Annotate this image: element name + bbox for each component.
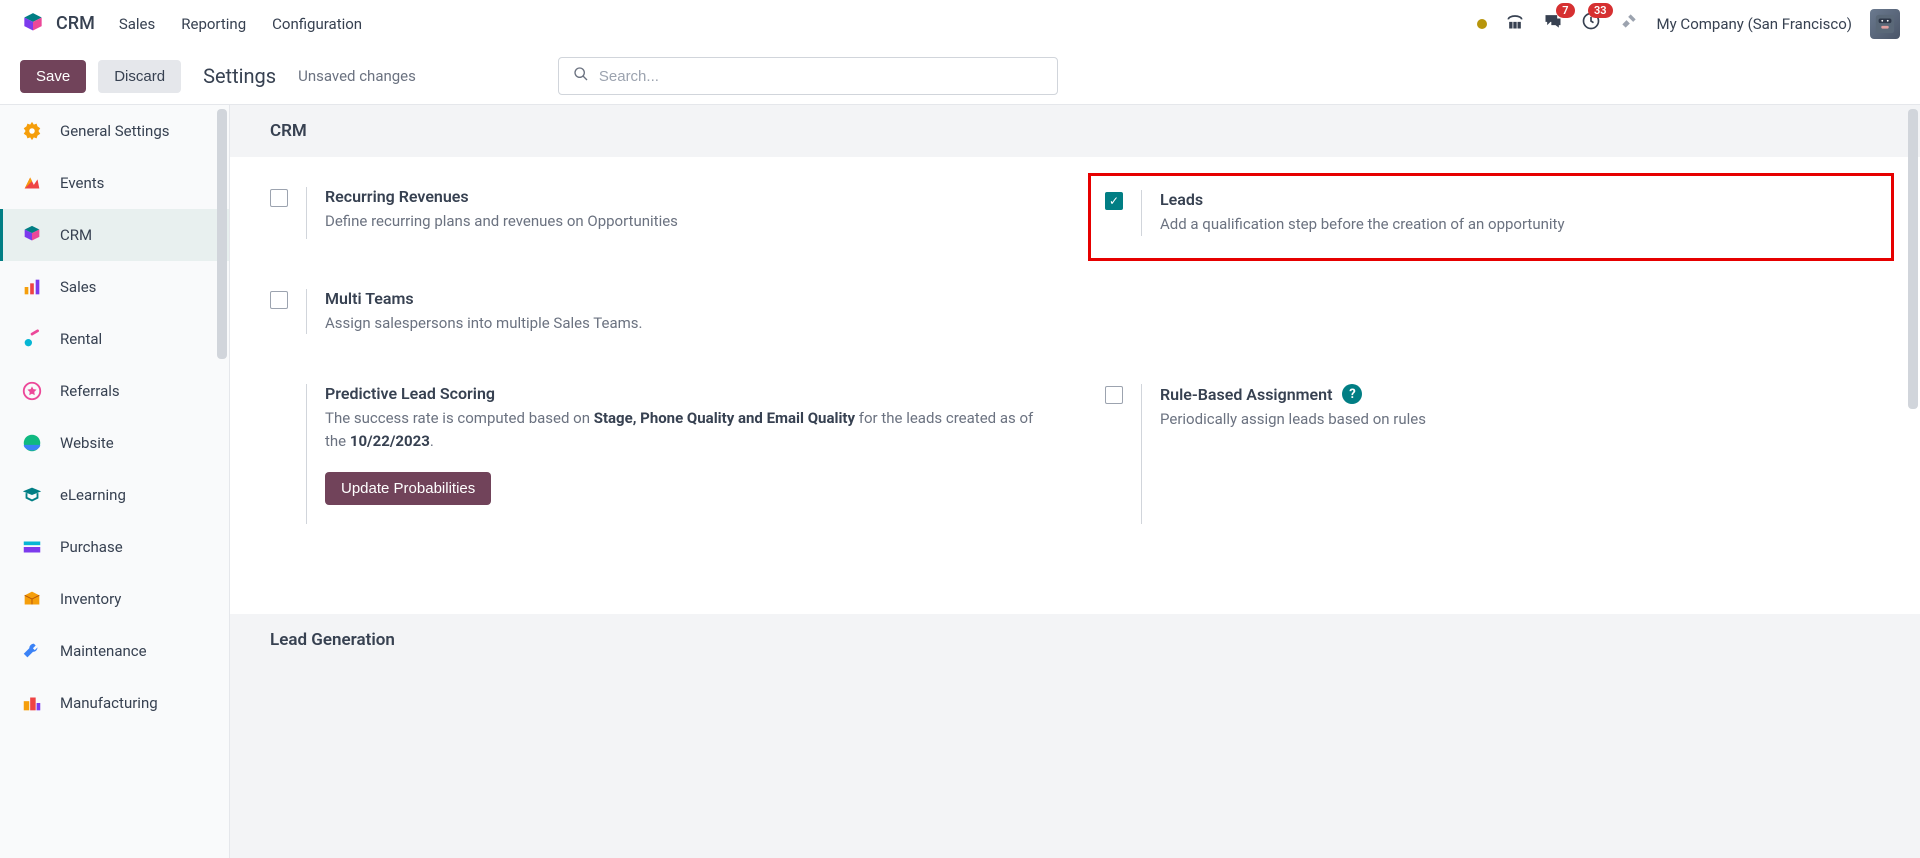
activities-badge: 33	[1588, 3, 1613, 18]
inventory-icon	[20, 587, 44, 611]
sidebar-item-label: Rental	[60, 330, 102, 348]
sidebar-item-label: Purchase	[60, 538, 123, 556]
setting-desc: The success rate is computed based on St…	[325, 407, 1045, 452]
sales-icon	[20, 275, 44, 299]
elearning-icon	[20, 483, 44, 507]
setting-title: Rule-Based Assignment ?	[1160, 384, 1880, 404]
sidebar-item-elearning[interactable]: eLearning	[0, 469, 229, 521]
nav-reporting[interactable]: Reporting	[181, 15, 246, 33]
sidebar-item-label: Maintenance	[60, 642, 147, 660]
sidebar-item-purchase[interactable]: Purchase	[0, 521, 229, 573]
sidebar-item-website[interactable]: Website	[0, 417, 229, 469]
scrollbar-thumb[interactable]	[217, 109, 227, 359]
sidebar-item-label: General Settings	[60, 122, 170, 140]
setting-title: Multi Teams	[325, 289, 1045, 308]
sidebar: General Settings Events CRM Sales Rental…	[0, 105, 230, 858]
referrals-icon	[20, 379, 44, 403]
manufacturing-icon	[20, 691, 44, 715]
sidebar-item-crm[interactable]: CRM	[0, 209, 229, 261]
website-icon	[20, 431, 44, 455]
sidebar-item-label: Referrals	[60, 382, 120, 400]
sidebar-item-referrals[interactable]: Referrals	[0, 365, 229, 417]
sidebar-item-maintenance[interactable]: Maintenance	[0, 625, 229, 677]
setting-title: Predictive Lead Scoring	[325, 384, 1045, 403]
messages-badge: 7	[1556, 3, 1574, 18]
maintenance-icon	[20, 639, 44, 663]
app-name[interactable]: CRM	[56, 13, 95, 34]
sidebar-item-label: Events	[60, 174, 104, 192]
top-nav: Sales Reporting Configuration	[119, 15, 362, 33]
sidebar-item-inventory[interactable]: Inventory	[0, 573, 229, 625]
setting-multi-teams: Multi Teams Assign salespersons into mul…	[270, 289, 1045, 335]
page-title: Settings	[203, 64, 276, 88]
scrollbar-thumb[interactable]	[1908, 109, 1918, 409]
setting-title: Leads	[1160, 190, 1877, 209]
discard-button[interactable]: Discard	[98, 60, 181, 93]
setting-desc: Periodically assign leads based on rules	[1160, 408, 1880, 431]
save-button[interactable]: Save	[20, 60, 86, 93]
phone-icon[interactable]	[1505, 11, 1525, 36]
setting-recurring-revenues: Recurring Revenues Define recurring plan…	[270, 187, 1042, 239]
sidebar-item-manufacturing[interactable]: Manufacturing	[0, 677, 229, 729]
search-box[interactable]	[558, 57, 1058, 95]
avatar[interactable]	[1870, 9, 1900, 39]
setting-predictive-scoring: Predictive Lead Scoring The success rate…	[270, 384, 1045, 524]
sidebar-item-sales[interactable]: Sales	[0, 261, 229, 313]
help-icon[interactable]: ?	[1342, 384, 1362, 404]
purchase-icon	[20, 535, 44, 559]
sidebar-item-label: eLearning	[60, 486, 126, 504]
nav-configuration[interactable]: Configuration	[272, 15, 362, 33]
status-dot-icon[interactable]	[1477, 19, 1487, 29]
sidebar-item-general-settings[interactable]: General Settings	[0, 105, 229, 157]
search-input[interactable]	[599, 68, 1043, 85]
checkbox-recurring[interactable]	[270, 189, 288, 207]
topbar: CRM Sales Reporting Configuration 7 33 M…	[0, 0, 1920, 48]
sidebar-item-label: Manufacturing	[60, 694, 158, 712]
setting-desc: Define recurring plans and revenues on O…	[325, 210, 1042, 233]
sidebar-item-label: Website	[60, 434, 114, 452]
content: CRM Recurring Revenues Define recurring …	[230, 105, 1920, 858]
checkbox-leads[interactable]: ✓	[1105, 192, 1123, 210]
company-name[interactable]: My Company (San Francisco)	[1657, 15, 1852, 33]
search-icon	[573, 66, 589, 86]
section-header-lead-generation: Lead Generation	[230, 614, 1920, 666]
events-icon	[20, 171, 44, 195]
tools-icon[interactable]	[1619, 11, 1639, 36]
crm-icon	[20, 223, 44, 247]
sidebar-item-rental[interactable]: Rental	[0, 313, 229, 365]
app-logo-icon	[20, 11, 46, 37]
messages-icon[interactable]: 7	[1543, 11, 1563, 36]
sidebar-item-events[interactable]: Events	[0, 157, 229, 209]
actionbar: Save Discard Settings Unsaved changes	[0, 48, 1920, 104]
setting-rule-based-assignment: Rule-Based Assignment ? Periodically ass…	[1105, 384, 1880, 524]
sidebar-item-label: CRM	[60, 226, 92, 244]
checkbox-rulebased[interactable]	[1105, 386, 1123, 404]
setting-leads: ✓ Leads Add a qualification step before …	[1088, 173, 1894, 261]
setting-title: Recurring Revenues	[325, 187, 1042, 206]
gear-icon	[20, 119, 44, 143]
setting-desc: Assign salespersons into multiple Sales …	[325, 312, 1045, 335]
unsaved-status: Unsaved changes	[298, 67, 416, 85]
sidebar-item-label: Inventory	[60, 590, 121, 608]
activities-icon[interactable]: 33	[1581, 11, 1601, 36]
setting-desc: Add a qualification step before the crea…	[1160, 213, 1877, 236]
section-header-crm: CRM	[230, 105, 1920, 157]
rental-icon	[20, 327, 44, 351]
sidebar-item-label: Sales	[60, 278, 96, 296]
topbar-right: 7 33 My Company (San Francisco)	[1477, 9, 1900, 39]
update-probabilities-button[interactable]: Update Probabilities	[325, 472, 491, 505]
nav-sales[interactable]: Sales	[119, 15, 155, 33]
checkbox-multiteams[interactable]	[270, 291, 288, 309]
